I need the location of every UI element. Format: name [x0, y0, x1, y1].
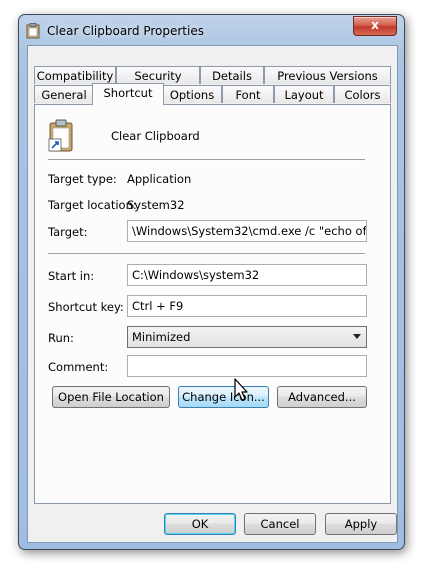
tab-shortcut[interactable]: Shortcut: [92, 83, 164, 105]
start-in-label: Start in:: [48, 269, 95, 283]
run-select[interactable]: Minimized: [127, 326, 367, 348]
close-button[interactable]: x: [353, 16, 397, 36]
tab-colors[interactable]: Colors: [334, 85, 391, 103]
dialog-client: Compatibility Security Details Previous …: [27, 45, 398, 543]
tab-layout[interactable]: Layout: [274, 85, 334, 103]
shortcut-name: Clear Clipboard: [111, 129, 200, 143]
comment-field[interactable]: [127, 355, 367, 377]
target-location-label: Target location:: [48, 198, 137, 212]
ok-button[interactable]: OK: [164, 513, 236, 535]
chevron-down-icon[interactable]: [353, 334, 361, 339]
properties-window: Clear Clipboard Properties x Compatibili…: [18, 14, 405, 550]
shortcut-key-field[interactable]: Ctrl + F9: [127, 295, 367, 317]
shortcut-title-icon: [26, 23, 40, 39]
mouse-pointer-icon: [234, 378, 248, 401]
tab-compatibility[interactable]: Compatibility: [34, 66, 116, 84]
start-in-field[interactable]: C:\Windows\system32: [127, 264, 367, 286]
tab-details[interactable]: Details: [200, 66, 264, 84]
tab-security[interactable]: Security: [116, 66, 200, 84]
target-label: Target:: [48, 225, 88, 239]
target-type-value: Application: [127, 172, 192, 186]
run-label: Run:: [48, 331, 74, 345]
shortcut-key-label: Shortcut key:: [48, 300, 124, 314]
run-select-value: Minimized: [132, 330, 191, 344]
shortcut-panel: Clear Clipboard Target type: Application…: [34, 104, 391, 504]
clipboard-shortcut-icon: [48, 119, 73, 152]
tab-options[interactable]: Options: [162, 85, 222, 103]
target-location-value: System32: [127, 198, 185, 212]
tab-previous-versions[interactable]: Previous Versions: [264, 66, 391, 84]
tab-general[interactable]: General: [34, 85, 94, 103]
apply-button[interactable]: Apply: [325, 513, 397, 535]
change-icon-button[interactable]: Change Icon...: [178, 386, 269, 408]
divider: [48, 253, 365, 255]
divider: [48, 159, 365, 161]
target-field[interactable]: \Windows\System32\cmd.exe /c "echo off |…: [127, 220, 367, 242]
comment-label: Comment:: [48, 360, 109, 374]
window-title: Clear Clipboard Properties: [47, 24, 204, 38]
target-type-label: Target type:: [48, 172, 117, 186]
tab-font[interactable]: Font: [222, 85, 274, 103]
cancel-button[interactable]: Cancel: [244, 513, 316, 535]
advanced-button[interactable]: Advanced...: [277, 386, 367, 408]
close-icon[interactable]: x: [371, 18, 379, 32]
open-file-location-button[interactable]: Open File Location: [52, 386, 170, 408]
